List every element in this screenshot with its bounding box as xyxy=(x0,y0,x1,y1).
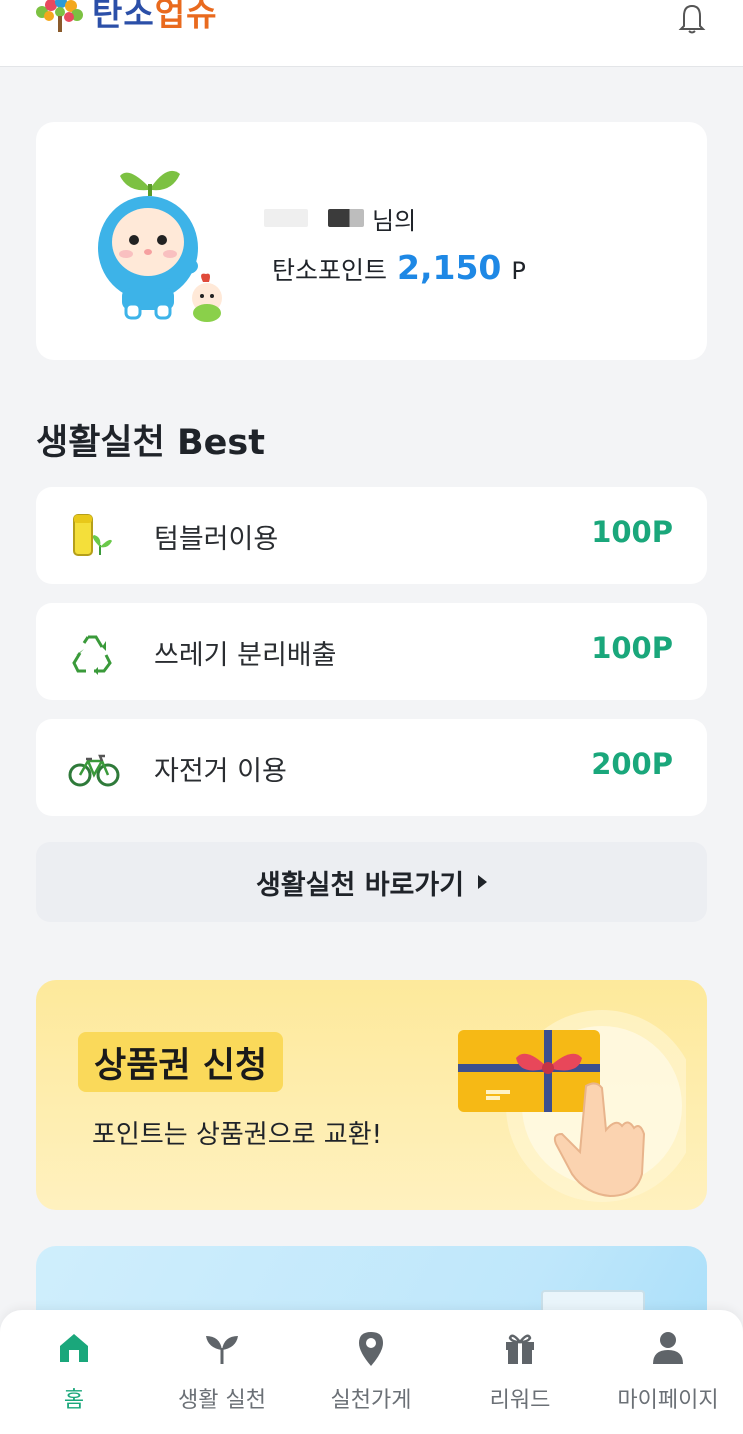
home-icon xyxy=(60,1334,88,1362)
shortcut-label: 생활실천 바로가기 xyxy=(255,869,465,901)
best-item-label: 자전거 이용 xyxy=(154,756,287,787)
nav-label: 생활 실천 xyxy=(178,1388,266,1413)
best-item-tumbler[interactable]: 텀블러이용 100P xyxy=(36,487,707,584)
user-name-row: 님의 xyxy=(264,202,417,235)
best-item-points: 100P xyxy=(591,631,673,665)
gift-title-badge: 상품권 신청 xyxy=(78,1032,284,1092)
app-logo[interactable]: 탄소업슈 xyxy=(32,0,217,34)
practice-shortcut-button[interactable]: 생활실천 바로가기 xyxy=(36,842,707,922)
bicycle-icon xyxy=(68,754,120,787)
nav-label: 실천가게 xyxy=(330,1388,412,1413)
leaf-tree-logo-icon xyxy=(36,0,83,32)
person-icon xyxy=(653,1332,683,1364)
best-item-points: 200P xyxy=(591,747,673,781)
carbon-point-row: 탄소포인트 2,150 P xyxy=(272,248,526,288)
bell-icon[interactable] xyxy=(672,0,712,36)
nav-reward[interactable]: 리워드 xyxy=(446,1328,594,1428)
nav-label: 리워드 xyxy=(489,1388,551,1413)
point-unit: P xyxy=(511,257,526,285)
nav-label: 마이페이지 xyxy=(617,1388,719,1413)
masked-name xyxy=(264,209,308,227)
section-title: 생활실천 Best xyxy=(36,423,265,463)
gift-icon xyxy=(506,1334,534,1364)
sprout-mascot-icon xyxy=(98,170,222,322)
best-item-points: 100P xyxy=(591,515,673,549)
gift-certificate-banner[interactable]: 상품권 신청 포인트는 상품권으로 교환! xyxy=(36,980,707,1210)
nav-home[interactable]: 홈 xyxy=(0,1328,148,1428)
point-value: 2,150 xyxy=(397,248,502,287)
tumbler-icon xyxy=(73,514,112,556)
name-suffix: 님의 xyxy=(372,206,417,235)
best-item-bicycle[interactable]: 자전거 이용 200P xyxy=(36,719,707,816)
nav-practice-store[interactable]: 실천가게 xyxy=(297,1328,445,1428)
location-pin-icon xyxy=(359,1332,383,1366)
best-item-label: 텀블러이용 xyxy=(154,524,279,555)
nav-my-page[interactable]: 마이페이지 xyxy=(594,1328,742,1428)
masked-name xyxy=(328,209,364,227)
profile-card: 님의 탄소포인트 2,150 P xyxy=(36,122,707,360)
best-item-label: 쓰레기 분리배출 xyxy=(154,640,337,671)
point-label: 탄소포인트 xyxy=(272,256,388,285)
gift-subtitle: 포인트는 상품권으로 교환! xyxy=(92,1120,383,1150)
nav-label: 홈 xyxy=(63,1388,85,1413)
recycle-icon xyxy=(72,635,112,675)
logo-text: 탄소업슈 xyxy=(92,0,218,33)
best-item-recycle[interactable]: 쓰레기 분리배출 100P xyxy=(36,603,707,700)
bottom-navigation: 홈 생활 실천 실천가게 리워드 마이페이지 xyxy=(0,1310,743,1434)
sprout-icon xyxy=(206,1336,238,1364)
gift-title: 상품권 신청 xyxy=(94,1045,268,1086)
gift-card-hand-icon xyxy=(458,1010,686,1202)
chevron-right-icon xyxy=(478,875,488,889)
nav-life-practice[interactable]: 생활 실천 xyxy=(148,1328,296,1428)
app-header: 탄소업슈 xyxy=(0,0,743,67)
